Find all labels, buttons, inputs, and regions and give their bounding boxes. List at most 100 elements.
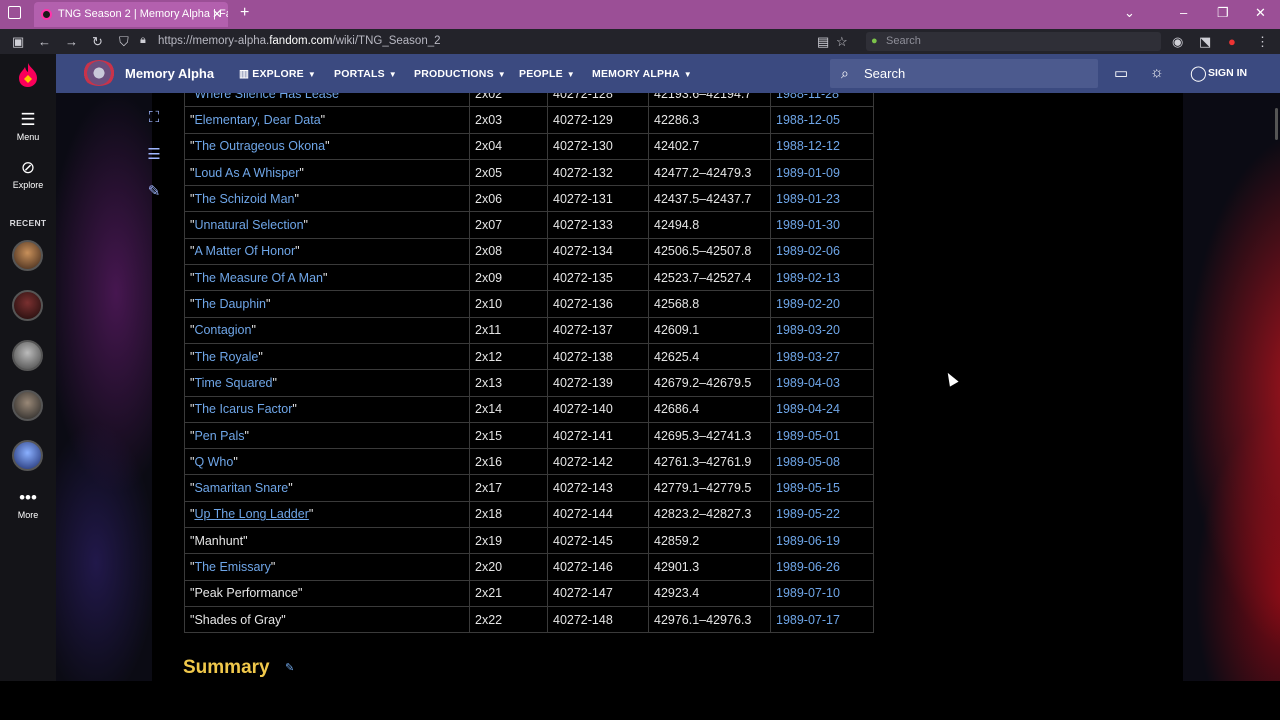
- minimize-icon[interactable]: –: [1180, 5, 1187, 20]
- airdate-link[interactable]: 1989-07-10: [776, 586, 840, 600]
- episode-title-link[interactable]: Unnatural Selection: [194, 218, 303, 232]
- production-number-cell: 40272-131: [547, 185, 649, 213]
- stardate-cell: 42923.4: [648, 579, 771, 607]
- menu-icon[interactable]: ⋮: [1256, 34, 1269, 50]
- airdate-cell: 1989-02-20: [770, 290, 874, 318]
- airdate-link[interactable]: 1988-11-28: [776, 93, 839, 101]
- scrollbar-thumb[interactable]: [1275, 108, 1278, 140]
- episode-title-link[interactable]: Where Silence Has Lease: [194, 93, 339, 101]
- episode-title-link[interactable]: Shades of Gray: [194, 613, 281, 627]
- airdate-link[interactable]: 1989-05-01: [776, 429, 840, 443]
- episode-title-link[interactable]: Elementary, Dear Data: [194, 113, 320, 127]
- airdate-link[interactable]: 1989-05-22: [776, 507, 840, 521]
- more-button[interactable]: ••• More: [0, 488, 56, 520]
- wiki-logo[interactable]: [82, 60, 116, 86]
- restore-icon[interactable]: ❐: [1217, 5, 1229, 21]
- browser-tab[interactable]: TNG Season 2 | Memory Alpha | Fa ✕: [34, 2, 228, 27]
- browser-search-field[interactable]: ● Search: [866, 32, 1161, 51]
- episode-title-link[interactable]: The Royale: [194, 350, 258, 364]
- airdate-link[interactable]: 1989-06-26: [776, 560, 840, 574]
- nav-explore[interactable]: ▥ EXPLORE ▼: [239, 68, 316, 80]
- table-row: "Manhunt" 2x19 40272-145 42859.2 1989-06-19: [184, 527, 874, 555]
- extensions-icon[interactable]: ⬔: [1199, 34, 1211, 50]
- discussions-icon[interactable]: ▭: [1114, 64, 1128, 82]
- wiki-name[interactable]: Memory Alpha: [125, 66, 214, 81]
- production-number-cell: 40272-146: [547, 553, 649, 581]
- reload-icon[interactable]: ↻: [92, 34, 103, 50]
- airdate-cell: 1989-02-06: [770, 237, 874, 266]
- explore-button[interactable]: ⊘ Explore: [0, 158, 56, 190]
- episode-title-link[interactable]: Contagion: [194, 323, 251, 337]
- airdate-link[interactable]: 1989-07-17: [776, 613, 840, 627]
- back-icon[interactable]: ←: [38, 34, 51, 49]
- production-number-cell: 40272-128: [547, 93, 649, 108]
- account-icon[interactable]: ◉: [1172, 34, 1183, 50]
- episode-title-link[interactable]: The Measure Of A Man: [194, 271, 323, 285]
- nav-memory-alpha[interactable]: MEMORY ALPHA ▼: [592, 68, 692, 80]
- episode-title-link[interactable]: The Icarus Factor: [194, 402, 292, 416]
- theme-toggle-icon[interactable]: ☼: [1150, 64, 1164, 81]
- user-icon[interactable]: ◯: [1190, 64, 1207, 82]
- bookmark-star-icon[interactable]: ☆: [836, 34, 848, 50]
- episode-title-link[interactable]: The Dauphin: [194, 297, 266, 311]
- recent-wiki-avatar[interactable]: [12, 390, 43, 421]
- airdate-link[interactable]: 1989-02-06: [776, 244, 840, 258]
- episode-title-link[interactable]: Samaritan Snare: [194, 481, 288, 495]
- reader-view-icon[interactable]: ▤: [817, 34, 829, 50]
- airdate-link[interactable]: 1989-05-15: [776, 481, 840, 495]
- lock-icon[interactable]: 🔒︎: [140, 34, 146, 47]
- tab-list-icon[interactable]: ⌄: [1124, 5, 1135, 21]
- production-number-cell: 40272-143: [547, 474, 649, 502]
- shield-icon[interactable]: ⛉: [119, 34, 129, 50]
- airdate-link[interactable]: 1989-01-09: [776, 166, 840, 180]
- airdate-link[interactable]: 1989-04-24: [776, 402, 840, 416]
- sidebar-toggle-icon[interactable]: ▣: [12, 34, 24, 50]
- episode-title-link[interactable]: Pen Pals: [194, 429, 244, 443]
- airdate-link[interactable]: 1989-03-20: [776, 323, 840, 337]
- menu-button[interactable]: ☰ Menu: [0, 110, 56, 142]
- airdate-link[interactable]: 1989-02-13: [776, 271, 840, 285]
- episode-title-link[interactable]: Peak Performance: [194, 586, 298, 600]
- fandom-logo-icon[interactable]: [17, 62, 39, 88]
- airdate-link[interactable]: 1989-03-27: [776, 350, 840, 364]
- url-field[interactable]: https://memory-alpha.fandom.com/wiki/TNG…: [158, 35, 441, 47]
- recent-wiki-avatar[interactable]: [12, 240, 43, 271]
- episode-title-cell: "Time Squared": [184, 369, 470, 397]
- wiki-search-box[interactable]: ⌕ Search: [830, 59, 1098, 88]
- tab-overview-icon[interactable]: [8, 6, 21, 19]
- close-window-icon[interactable]: ✕: [1255, 5, 1266, 21]
- airdate-link[interactable]: 1989-02-20: [776, 297, 840, 311]
- episode-title-link[interactable]: Up The Long Ladder: [194, 507, 308, 521]
- nav-portals[interactable]: PORTALS ▼: [334, 68, 397, 80]
- recent-wiki-avatar[interactable]: [12, 440, 43, 471]
- episode-title-link[interactable]: Time Squared: [194, 376, 272, 390]
- episode-title-link[interactable]: The Schizoid Man: [194, 192, 294, 206]
- airdate-link[interactable]: 1989-06-19: [776, 534, 840, 548]
- episode-title-link[interactable]: The Emissary: [194, 560, 270, 574]
- airdate-link[interactable]: 1989-01-23: [776, 192, 840, 206]
- airdate-cell: 1989-03-27: [770, 342, 874, 371]
- forward-icon[interactable]: →: [65, 34, 78, 49]
- addon-icon[interactable]: ●: [1228, 34, 1236, 49]
- episode-title-link[interactable]: A Matter Of Honor: [194, 244, 295, 258]
- recent-wiki-avatar[interactable]: [12, 340, 43, 371]
- nav-productions[interactable]: PRODUCTIONS ▼: [414, 68, 506, 80]
- nav-people[interactable]: PEOPLE ▼: [519, 68, 575, 80]
- episode-title-link[interactable]: Loud As A Whisper: [194, 166, 299, 180]
- episode-number-cell: 2x10: [469, 290, 548, 318]
- airdate-link[interactable]: 1989-05-08: [776, 455, 840, 469]
- new-tab-button[interactable]: +: [240, 4, 249, 22]
- edit-section-icon[interactable]: ✎: [285, 661, 294, 674]
- table-row: "The Dauphin" 2x10 40272-136 42568.8 1989-02…: [184, 290, 874, 318]
- sign-in-button[interactable]: SIGN IN: [1208, 67, 1247, 79]
- episode-title-link[interactable]: Manhunt: [194, 534, 243, 548]
- airdate-link[interactable]: 1989-04-03: [776, 376, 840, 390]
- airdate-link[interactable]: 1988-12-05: [776, 113, 840, 127]
- airdate-link[interactable]: 1989-01-30: [776, 218, 840, 232]
- airdate-cell: 1989-07-17: [770, 605, 874, 634]
- tab-close-icon[interactable]: ✕: [212, 2, 222, 27]
- episode-title-link[interactable]: The Outrageous Okona: [194, 139, 325, 153]
- episode-title-link[interactable]: Q Who: [194, 455, 233, 469]
- recent-wiki-avatar[interactable]: [12, 290, 43, 321]
- airdate-link[interactable]: 1988-12-12: [776, 139, 840, 153]
